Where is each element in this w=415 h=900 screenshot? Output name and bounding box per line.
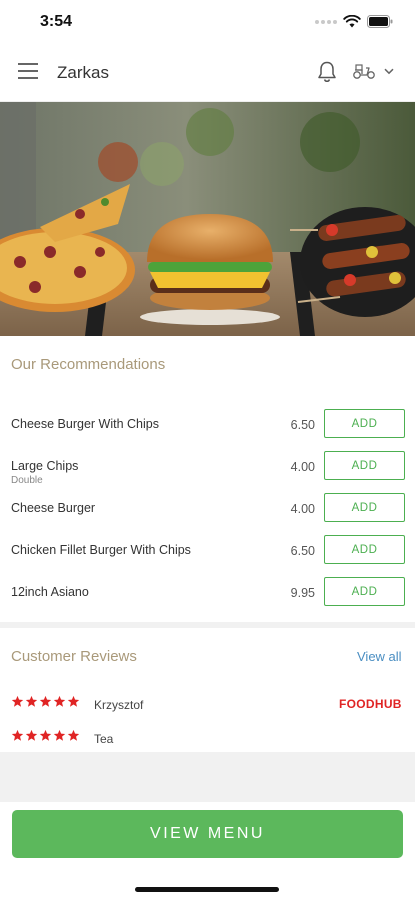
hero-food-image — [0, 102, 415, 336]
battery-icon — [367, 15, 393, 28]
add-button[interactable]: ADD — [324, 535, 405, 564]
star-icon — [53, 695, 66, 707]
cellular-signal-icon — [315, 19, 337, 24]
star-icon — [67, 729, 80, 741]
status-time: 3:54 — [40, 13, 73, 30]
status-bar: 3:54 — [0, 0, 415, 44]
list-item: Cheese Burger 4.00 ADD — [0, 492, 415, 534]
list-item: Large Chips Double 4.00 ADD — [0, 450, 415, 492]
item-price: 4.00 — [290, 502, 315, 516]
reviewer-name: Krzysztof — [94, 698, 144, 712]
chevron-down-icon — [384, 68, 394, 74]
add-button[interactable]: ADD — [324, 493, 405, 522]
hero-banner — [0, 102, 415, 336]
star-icon — [11, 695, 24, 707]
foodhub-logo: FOODHUB — [339, 697, 402, 711]
item-price: 6.50 — [290, 544, 315, 558]
store-name: Zarkas — [57, 63, 109, 82]
star-rating — [11, 729, 80, 742]
content-bottom-strip — [0, 752, 415, 802]
star-icon — [25, 729, 38, 741]
star-icon — [11, 729, 24, 741]
home-indicator — [135, 887, 279, 892]
item-name: Large Chips — [11, 459, 79, 473]
item-price: 6.50 — [290, 418, 315, 432]
item-name: 12inch Asiano — [11, 585, 89, 599]
star-icon — [39, 695, 52, 707]
section-divider — [0, 622, 415, 628]
add-button[interactable]: ADD — [324, 577, 405, 606]
item-name: Cheese Burger — [11, 501, 96, 515]
recommendations-title: Our Recommendations — [11, 356, 166, 373]
item-name: Cheese Burger With Chips — [11, 417, 159, 431]
star-icon — [39, 729, 52, 741]
reviewer-name: Tea — [94, 732, 114, 746]
item-price: 4.00 — [290, 460, 315, 474]
menu-icon[interactable] — [18, 63, 38, 79]
item-name: Chicken Fillet Burger With Chips — [11, 543, 191, 557]
review-row: Tea — [0, 729, 415, 749]
view-all-link[interactable]: View all — [357, 649, 402, 664]
scooter-icon — [353, 64, 375, 79]
star-icon — [67, 695, 80, 707]
list-item: Chicken Fillet Burger With Chips 6.50 AD… — [0, 534, 415, 576]
add-button[interactable]: ADD — [324, 451, 405, 480]
list-item: 12inch Asiano 9.95 ADD — [0, 576, 415, 618]
item-subtitle: Double — [11, 475, 43, 486]
app-header: Zarkas — [0, 44, 415, 102]
star-icon — [53, 729, 66, 741]
status-icons — [315, 15, 393, 28]
star-rating — [11, 695, 80, 708]
order-mode-selector[interactable] — [352, 62, 394, 80]
bell-icon[interactable] — [316, 60, 338, 84]
view-menu-button[interactable]: VIEW MENU — [12, 810, 403, 858]
wifi-icon — [343, 15, 361, 28]
item-price: 9.95 — [290, 586, 315, 600]
star-icon — [25, 695, 38, 707]
add-button[interactable]: ADD — [324, 409, 405, 438]
review-row: Krzysztof FOODHUB — [0, 695, 415, 715]
reviews-title: Customer Reviews — [11, 648, 137, 665]
list-item: Cheese Burger With Chips 6.50 ADD — [0, 408, 415, 450]
